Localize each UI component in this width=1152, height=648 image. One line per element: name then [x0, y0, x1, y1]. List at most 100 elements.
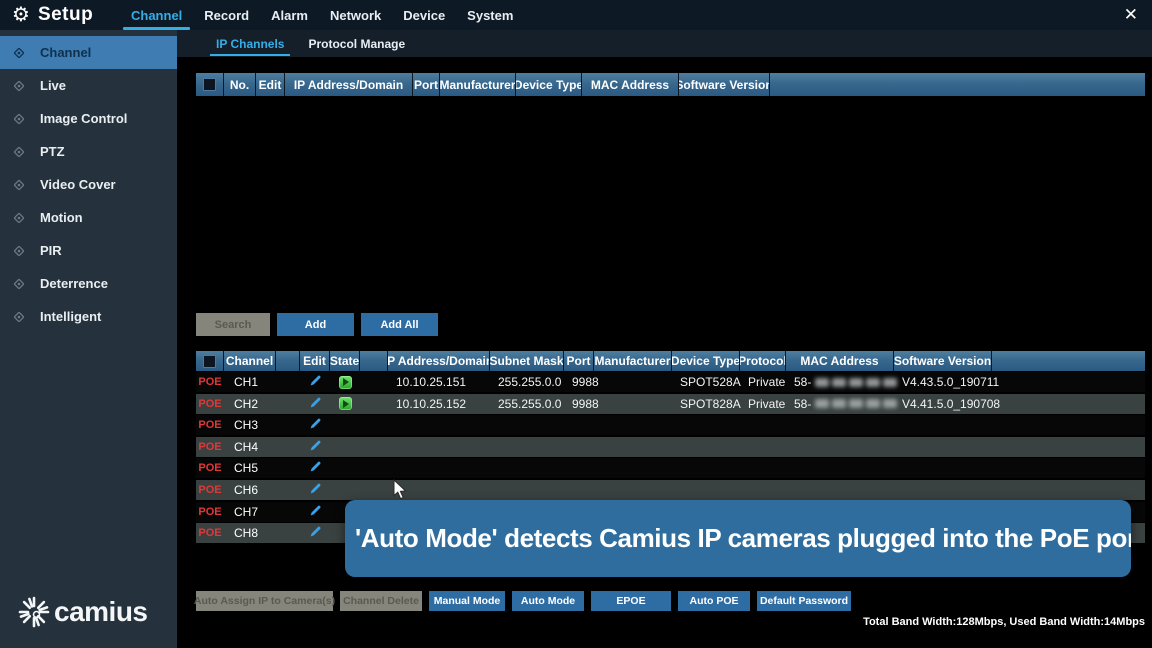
- mac-prefix: 58-: [794, 375, 811, 389]
- sidebar-item-deterrence[interactable]: Deterrence: [0, 267, 177, 300]
- edit-icon[interactable]: [309, 439, 322, 455]
- auto-mode-button[interactable]: Auto Mode: [512, 591, 584, 611]
- sidebar-item-ptz[interactable]: PTZ: [0, 135, 177, 168]
- column-header-state: State: [330, 351, 360, 371]
- edit-icon[interactable]: [309, 417, 322, 433]
- state-play-icon[interactable]: [339, 376, 352, 389]
- edit-icon[interactable]: [309, 482, 322, 498]
- default-password-button[interactable]: Default Password: [757, 591, 851, 611]
- manufacturer-cell: [594, 415, 672, 435]
- column-header-device-type: Device Type: [516, 73, 582, 96]
- auto-assign-ip-to-camera-s-button[interactable]: Auto Assign IP to Camera(s): [196, 591, 333, 611]
- version-cell: V4.41.5.0_190708: [894, 394, 992, 414]
- column-header-manufacturer: Manufacturer: [440, 73, 516, 96]
- manufacturer-cell: [594, 437, 672, 457]
- epoe-button[interactable]: EPOE: [591, 591, 671, 611]
- menu-item-record[interactable]: Record: [193, 0, 260, 30]
- select-all-checkbox[interactable]: [203, 355, 216, 368]
- sidebar-item-label: Motion: [40, 210, 83, 225]
- manual-mode-button[interactable]: Manual Mode: [429, 591, 505, 611]
- close-icon[interactable]: ✕: [1124, 0, 1138, 30]
- app-title: Setup: [38, 4, 93, 26]
- column-header-software-version: Software Version: [894, 351, 992, 371]
- sidebar-item-video-cover[interactable]: Video Cover: [0, 168, 177, 201]
- blank-cell: [360, 480, 388, 500]
- edit-icon[interactable]: [309, 460, 322, 476]
- mac-cell: [786, 437, 894, 457]
- poe-badge: POE: [198, 506, 221, 518]
- sidebar-item-pir[interactable]: PIR: [0, 234, 177, 267]
- camius-logo: camius: [16, 594, 148, 630]
- auto-mode-tooltip: 'Auto Mode' detects Camius IP cameras pl…: [345, 500, 1131, 577]
- poe-badge: POE: [198, 398, 221, 410]
- mac-cell: 58-: [786, 372, 894, 392]
- poe-badge: POE: [198, 376, 221, 388]
- tab-protocol-manage[interactable]: Protocol Manage: [296, 30, 417, 57]
- edit-cell: [300, 394, 330, 414]
- poe-badge: POE: [198, 441, 221, 453]
- menu-item-network[interactable]: Network: [319, 0, 392, 30]
- menu-item-device[interactable]: Device: [392, 0, 456, 30]
- sub-tabs: IP ChannelsProtocol Manage: [177, 30, 1152, 57]
- device-type-cell: [672, 437, 740, 457]
- add-button[interactable]: Add: [277, 313, 354, 336]
- select-all-checkbox[interactable]: [203, 78, 216, 91]
- channel-row[interactable]: POECH5: [196, 458, 1145, 478]
- column-header-subnet-mask: Subnet Mask: [490, 351, 564, 371]
- state-cell: [330, 480, 360, 500]
- port-cell: [564, 437, 594, 457]
- pin-icon: [13, 80, 25, 92]
- channel-delete-button[interactable]: Channel Delete: [340, 591, 422, 611]
- top-menu: ChannelRecordAlarmNetworkDeviceSystem: [120, 0, 524, 30]
- column-header-blank: [276, 351, 300, 371]
- version-cell: [894, 437, 992, 457]
- edit-icon[interactable]: [309, 396, 322, 412]
- sidebar-item-live[interactable]: Live: [0, 69, 177, 102]
- sidebar-item-image-control[interactable]: Image Control: [0, 102, 177, 135]
- edit-icon[interactable]: [309, 525, 322, 541]
- poe-badge: POE: [198, 484, 221, 496]
- poe-badge: POE: [198, 527, 221, 539]
- sidebar-item-intelligent[interactable]: Intelligent: [0, 300, 177, 333]
- version-cell: [894, 415, 992, 435]
- blank-cell: [360, 394, 388, 414]
- add-all-button[interactable]: Add All: [361, 313, 438, 336]
- blank-cell: [360, 458, 388, 478]
- pin-icon: [13, 146, 25, 158]
- edit-icon[interactable]: [309, 374, 322, 390]
- column-header-blank: [360, 351, 388, 371]
- channel-row[interactable]: POECH3: [196, 415, 1145, 435]
- mac-redacted-blur: [815, 378, 897, 387]
- play-triangle: [343, 400, 349, 408]
- sidebar-item-label: Deterrence: [40, 276, 108, 291]
- blank-cell: [360, 415, 388, 435]
- state-cell: [330, 372, 360, 392]
- play-triangle: [343, 378, 349, 386]
- protocol-cell: [740, 437, 786, 457]
- column-header-edit: Edit: [256, 73, 285, 96]
- sidebar-item-channel[interactable]: Channel: [0, 36, 177, 69]
- search-button[interactable]: Search: [196, 313, 270, 336]
- menu-item-channel[interactable]: Channel: [120, 0, 193, 30]
- state-play-icon[interactable]: [339, 397, 352, 410]
- tab-ip-channels[interactable]: IP Channels: [204, 30, 296, 57]
- auto-poe-button[interactable]: Auto POE: [678, 591, 750, 611]
- sidebar-items: ChannelLive Image Control PTZVideo Cover Mo…: [0, 30, 177, 333]
- app-brand: ⚙ Setup: [0, 4, 120, 26]
- blank-cell: [276, 394, 300, 414]
- logo-text: camius: [54, 596, 148, 628]
- channel-row[interactable]: POECH6: [196, 480, 1145, 500]
- sidebar-item-motion[interactable]: Motion: [0, 201, 177, 234]
- menu-item-alarm[interactable]: Alarm: [260, 0, 319, 30]
- edit-icon[interactable]: [309, 504, 322, 520]
- pin-icon: [13, 245, 25, 257]
- menu-item-system[interactable]: System: [456, 0, 524, 30]
- state-cell: [330, 415, 360, 435]
- channel-row[interactable]: POECH4: [196, 437, 1145, 457]
- channel-row[interactable]: POECH210.10.25.152255.255.0.09988SPOT828…: [196, 394, 1145, 414]
- pin-icon: [13, 179, 25, 191]
- subnet-cell: 255.255.0.0: [490, 394, 564, 414]
- sidebar-item-label: Image Control: [40, 111, 127, 126]
- channel-row[interactable]: POECH110.10.25.151255.255.0.09988SPOT528…: [196, 372, 1145, 392]
- sidebar: ChannelLive Image Control PTZVideo Cover Mo…: [0, 30, 177, 648]
